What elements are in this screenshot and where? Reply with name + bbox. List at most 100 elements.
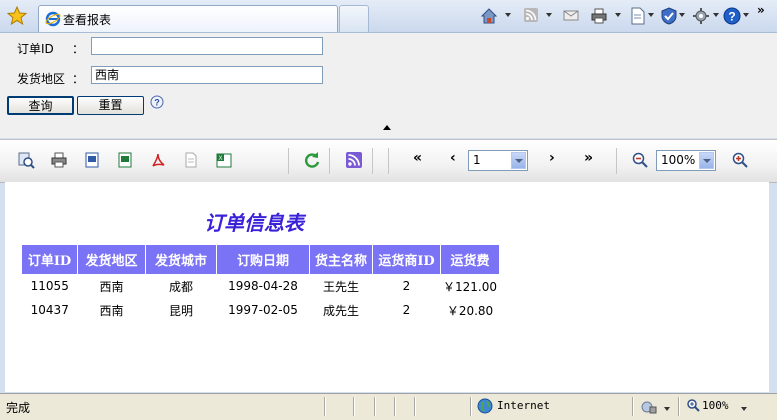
chevron-down-icon[interactable] <box>713 13 719 17</box>
next-page-button[interactable]: › <box>549 150 555 166</box>
toolbar-divider <box>388 148 389 174</box>
page-icon[interactable] <box>630 7 646 25</box>
region-label: 发货地区 <box>17 72 66 86</box>
refresh-icon[interactable] <box>303 151 321 169</box>
zoom-out-icon[interactable] <box>631 151 649 169</box>
ie-logo-icon <box>45 11 61 27</box>
export-word-icon[interactable] <box>83 151 101 169</box>
globe-icon <box>477 398 493 414</box>
zone-label: Internet <box>497 399 550 412</box>
export-pdf-icon[interactable] <box>149 151 167 169</box>
statusbar-divider <box>470 397 472 416</box>
export-text-icon[interactable] <box>182 151 200 169</box>
order-id-label: 订单ID <box>17 42 54 56</box>
svg-text:?: ? <box>728 10 735 24</box>
tab-title: 查看报表 <box>63 13 112 27</box>
chevron-down-icon[interactable] <box>511 152 526 169</box>
export-excel-icon[interactable] <box>116 151 134 169</box>
cell-order-id: 10437 <box>30 303 69 317</box>
last-page-button[interactable]: » <box>584 150 593 166</box>
tools-icon[interactable] <box>692 7 710 25</box>
svg-text:?: ? <box>154 98 160 108</box>
chevron-down-icon[interactable] <box>743 13 749 17</box>
column-header: 货主名称 <box>309 245 373 274</box>
first-page-button[interactable]: « <box>413 150 422 166</box>
page-select[interactable]: 1 <box>468 150 528 171</box>
column-header: 运货费 <box>440 245 500 274</box>
svg-text:X: X <box>218 156 222 162</box>
column-header: 发货地区 <box>77 245 146 274</box>
chevron-down-icon[interactable] <box>648 13 654 17</box>
cell-order-id: 11055 <box>30 279 69 293</box>
query-button[interactable]: 查询 <box>7 96 74 115</box>
order-id-input[interactable] <box>91 37 323 55</box>
print-icon[interactable] <box>590 7 608 25</box>
cell-owner: 成先生 <box>322 303 359 318</box>
statusbar-divider <box>678 397 680 416</box>
column-header: 运货商ID <box>372 245 441 274</box>
order-id-colon: ： <box>72 42 85 56</box>
query-toggle-icon[interactable] <box>17 151 35 169</box>
chevron-down-icon[interactable] <box>699 152 714 169</box>
chevron-down-icon[interactable] <box>546 13 552 17</box>
cell-owner: 王先生 <box>322 279 359 294</box>
browser-tab-bar: 查看报表 ? » <box>0 0 777 33</box>
zoom-level[interactable]: 100% <box>702 399 729 412</box>
cell-freight: ￥121.00 <box>443 279 497 294</box>
toolbar-divider <box>288 148 289 174</box>
cell-shipper-id: 2 <box>402 279 411 293</box>
protected-mode-icon[interactable] <box>641 399 657 415</box>
query-help-icon[interactable]: ? <box>150 95 164 109</box>
chevron-down-icon[interactable] <box>679 13 685 17</box>
print-icon[interactable] <box>50 151 68 169</box>
zoom-icon[interactable] <box>686 398 700 412</box>
table-header-row: 订单ID 发货地区 发货城市 订购日期 货主名称 运货商ID 运货费 <box>22 245 500 274</box>
chevron-more-icon[interactable]: » <box>757 3 765 21</box>
status-text: 完成 <box>6 401 31 415</box>
cell-city: 成都 <box>168 279 193 294</box>
region-input[interactable]: 西南 <box>91 66 323 84</box>
collapse-arrow-icon[interactable] <box>383 125 391 130</box>
cell-region: 西南 <box>99 279 124 294</box>
report-title: 订单信息表 <box>204 211 304 235</box>
statusbar-divider <box>374 397 376 416</box>
tab-view-report[interactable]: 查看报表 <box>38 5 338 32</box>
mail-icon[interactable] <box>563 7 579 25</box>
zoom-in-icon[interactable] <box>731 151 749 169</box>
export-excel-sheet-icon[interactable]: X <box>215 151 233 169</box>
rss-icon[interactable] <box>345 151 363 169</box>
safety-icon[interactable] <box>661 7 677 25</box>
cell-shipper-id: 2 <box>402 303 411 317</box>
table-row: 10437 西南 昆明 1997-02-05 成先生 2 ￥20.80 <box>22 298 500 322</box>
statusbar-divider <box>394 397 396 416</box>
cell-region: 西南 <box>99 303 124 318</box>
zoom-select[interactable]: 100% <box>656 150 716 171</box>
statusbar-divider <box>353 397 355 416</box>
help-icon[interactable]: ? <box>723 7 741 25</box>
column-header: 订购日期 <box>216 245 310 274</box>
cell-order-date: 1998-04-28 <box>228 279 298 293</box>
reset-button[interactable]: 重置 <box>77 96 144 115</box>
toolbar-divider <box>329 148 330 174</box>
region-colon: ： <box>72 72 85 86</box>
feeds-icon[interactable] <box>523 7 539 25</box>
column-header: 发货城市 <box>145 245 217 274</box>
prev-page-button[interactable]: ‹ <box>450 150 456 166</box>
chevron-down-icon[interactable] <box>615 13 621 17</box>
chevron-down-icon[interactable] <box>505 13 511 17</box>
report-canvas: 订单信息表 订单ID 发货地区 发货城市 订购日期 货主名称 运货商ID 运货费… <box>5 182 769 392</box>
table-row: 11055 西南 成都 1998-04-28 王先生 2 ￥121.00 <box>22 274 500 298</box>
chevron-down-icon[interactable] <box>664 407 670 411</box>
new-tab-button[interactable] <box>339 5 369 32</box>
statusbar-divider <box>414 397 416 416</box>
report-toolbar: X « ‹ 1 › » 100% <box>0 139 777 183</box>
chevron-down-icon[interactable] <box>741 407 747 411</box>
home-icon[interactable] <box>480 7 498 25</box>
cell-freight: ￥20.80 <box>446 303 494 318</box>
page-select-value: 1 <box>473 153 481 167</box>
statusbar-divider <box>632 397 634 416</box>
favorites-star-icon[interactable] <box>6 5 28 26</box>
status-bar: 完成 Internet 100% <box>0 393 777 420</box>
order-table: 订单ID 发货地区 发货城市 订购日期 货主名称 运货商ID 运货费 11055… <box>22 245 500 322</box>
column-header: 订单ID <box>22 245 78 274</box>
